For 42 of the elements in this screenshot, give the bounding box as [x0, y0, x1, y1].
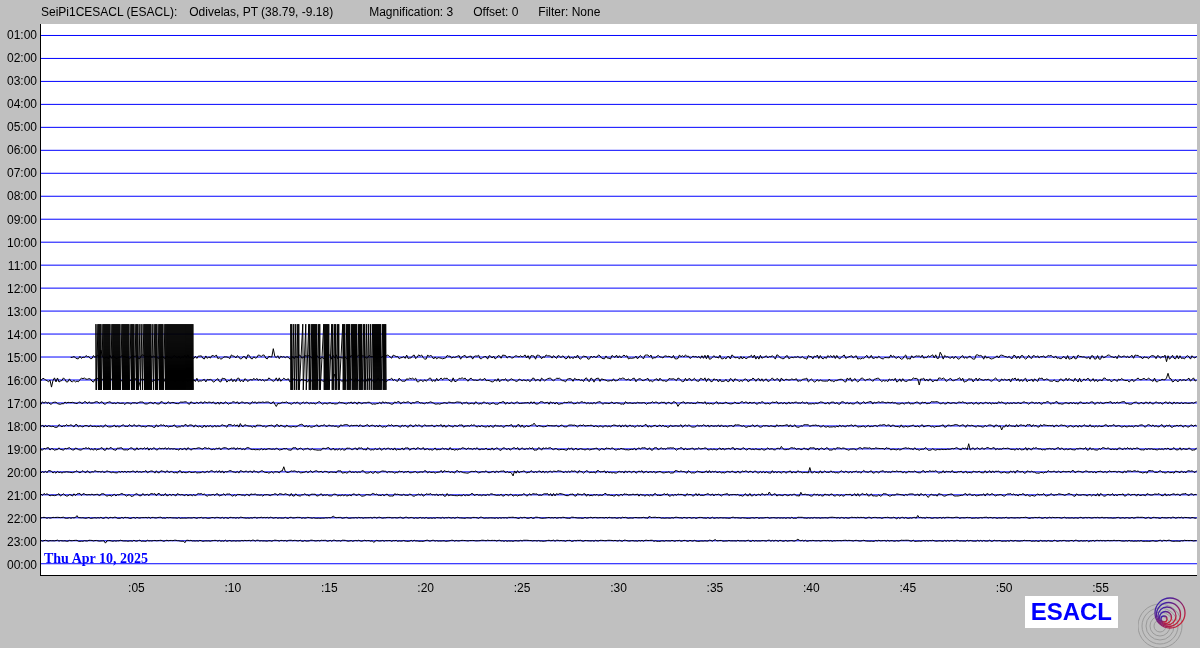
hour-label: 09:00	[6, 213, 37, 226]
minute-label: :05	[128, 580, 145, 598]
hour-label: 21:00	[6, 489, 37, 502]
hour-label: 20:00	[6, 466, 37, 479]
hour-label: 23:00	[6, 535, 37, 548]
filter-label: Filter: None	[538, 3, 601, 21]
hour-label: 04:00	[6, 98, 37, 111]
offset-label: Offset: 0	[473, 3, 519, 21]
date-label: Thu Apr 10, 2025	[44, 552, 148, 567]
hour-label: 16:00	[6, 374, 37, 387]
hour-label: 11:00	[7, 259, 37, 272]
hour-label: 03:00	[6, 75, 37, 88]
minute-label: :55	[1092, 580, 1109, 598]
minute-label: :10	[224, 580, 242, 598]
minute-label: :25	[513, 580, 531, 598]
hour-label: 14:00	[6, 328, 37, 341]
hour-label: 08:00	[6, 190, 37, 203]
hour-label: 07:00	[6, 167, 37, 180]
magnification-label: Magnification: 3	[369, 3, 454, 21]
hour-label: 17:00	[6, 397, 37, 410]
hour-label: 22:00	[6, 512, 37, 525]
hour-label: 05:00	[6, 121, 37, 134]
hour-label: 18:00	[6, 420, 37, 433]
hour-label: 02:00	[6, 52, 37, 65]
minute-label: :40	[803, 580, 820, 598]
hour-label: 13:00	[6, 305, 37, 318]
station-location: Odivelas, PT (38.79, -9.18)	[189, 3, 334, 21]
hour-label: 01:00	[6, 29, 37, 42]
minute-label: :50	[995, 580, 1013, 598]
hour-label: 00:00	[6, 558, 37, 571]
minute-label: :45	[899, 580, 917, 598]
minute-label: :30	[610, 580, 627, 598]
hour-label: 15:00	[6, 351, 37, 364]
logo-text: ESACL	[1024, 596, 1118, 628]
station-name: SeiPi1CESACL (ESACL):	[41, 3, 178, 21]
minute-label: :35	[706, 580, 724, 598]
hour-label: 10:00	[6, 236, 37, 249]
minute-label: :20	[417, 580, 434, 598]
hour-label: 12:00	[6, 282, 37, 295]
hour-label: 06:00	[6, 144, 37, 157]
minute-label: :15	[320, 580, 338, 598]
hour-label: 19:00	[6, 443, 37, 456]
